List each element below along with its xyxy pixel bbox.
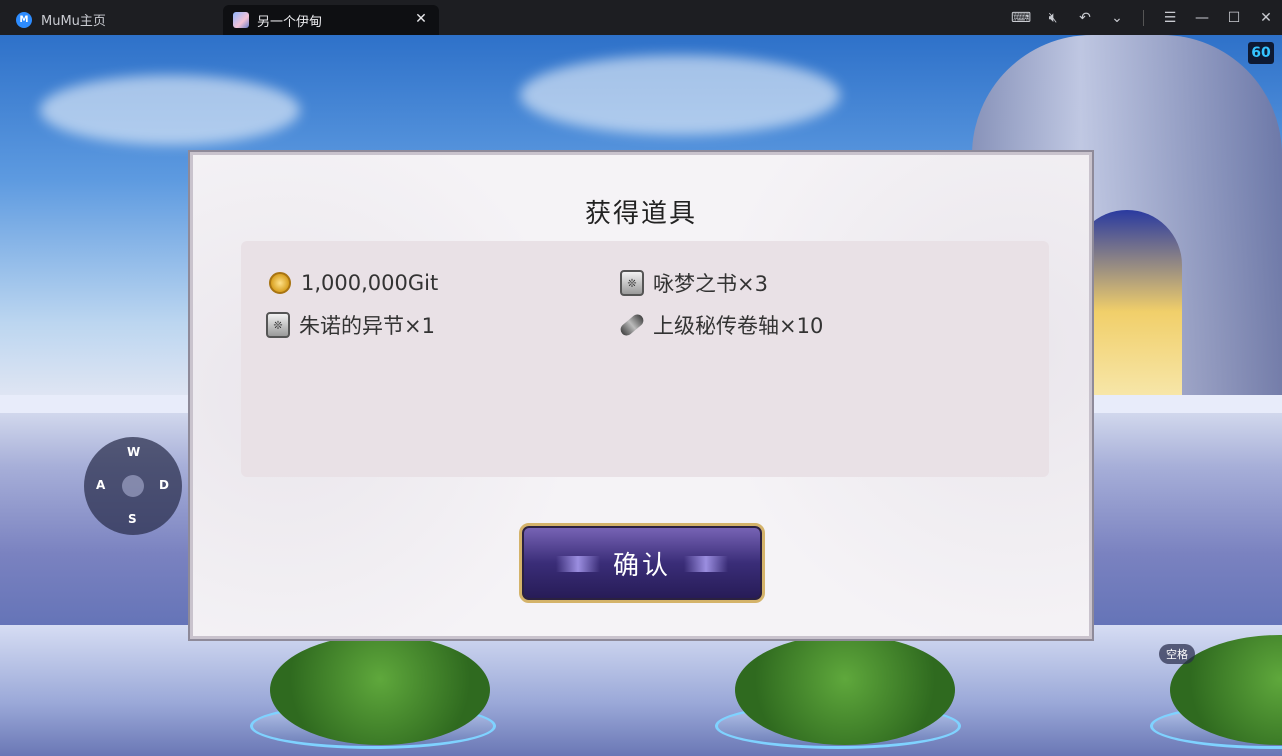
reward-item: ❊ 朱诺的异节×1 (265, 310, 435, 340)
book-icon: ❊ (265, 312, 291, 338)
item-label: 朱诺的异节×1 (299, 314, 435, 338)
key-a: A (96, 478, 106, 492)
confirm-label: 确认 (612, 550, 671, 581)
mumu-logo-icon: M (16, 11, 32, 28)
key-d: D (159, 478, 169, 492)
title-bar: M MuMu主页 另一个伊甸 ✕ ⌨ 🔇︎ ↶ ⌄ ☰ — ☐ ✕ (0, 0, 1282, 35)
separator (1143, 9, 1144, 26)
tab-close-icon[interactable]: ✕ (413, 11, 429, 27)
undo-icon[interactable]: ↶ (1069, 0, 1101, 35)
space-key-hint[interactable]: 空格 (1159, 644, 1195, 664)
wasd-joystick[interactable]: W A D S (84, 437, 182, 535)
coin-icon (267, 270, 293, 296)
joystick-center[interactable] (122, 475, 144, 497)
confirm-button[interactable]: 确认 (519, 523, 765, 603)
dialog-title: 获得道具 (584, 199, 697, 229)
mute-icon[interactable]: 🔇︎ (1037, 0, 1069, 35)
key-s: S (128, 512, 137, 526)
menu-icon[interactable]: ☰ (1154, 0, 1186, 35)
game-app-icon (233, 12, 249, 28)
tab-game[interactable]: 另一个伊甸 ✕ (223, 5, 439, 35)
game-viewport[interactable]: 60 W A D S 空格 获得道具 1,000,000Git ❊ 咏梦之书×3… (0, 35, 1282, 756)
item-label: 咏梦之书×3 (653, 272, 768, 296)
reward-item: ❊ 咏梦之书×3 (619, 268, 768, 298)
chevron-down-icon[interactable]: ⌄ (1101, 0, 1133, 35)
reward-dialog: 获得道具 1,000,000Git ❊ 咏梦之书×3 ❊ 朱诺的异节×1 上级秘… (190, 152, 1092, 639)
item-label: 上级秘传卷轴×10 (653, 314, 824, 338)
scroll-icon (618, 312, 646, 338)
item-label: 1,000,000Git (301, 271, 439, 295)
key-w: W (127, 445, 141, 459)
button-ornament (684, 556, 728, 572)
tab-label: MuMu主页 (41, 14, 106, 29)
floor (0, 625, 1282, 756)
book-icon: ❊ (619, 270, 645, 296)
fps-counter: 60 (1248, 42, 1274, 64)
maximize-icon[interactable]: ☐ (1218, 0, 1250, 35)
reward-item: 上级秘传卷轴×10 (618, 310, 824, 340)
minimize-icon[interactable]: — (1186, 0, 1218, 35)
plant (270, 635, 490, 745)
items-panel: 1,000,000Git ❊ 咏梦之书×3 ❊ 朱诺的异节×1 上级秘传卷轴×1… (241, 241, 1049, 477)
reward-item: 1,000,000Git (267, 268, 438, 298)
close-icon[interactable]: ✕ (1250, 0, 1282, 35)
tab-label: 另一个伊甸 (257, 14, 323, 30)
tab-mumu-home[interactable]: M MuMu主页 (0, 4, 220, 35)
cloud (40, 75, 300, 145)
button-ornament (556, 556, 600, 572)
plant (735, 635, 955, 745)
keyboard-icon[interactable]: ⌨ (1005, 0, 1037, 35)
cloud (520, 55, 840, 135)
